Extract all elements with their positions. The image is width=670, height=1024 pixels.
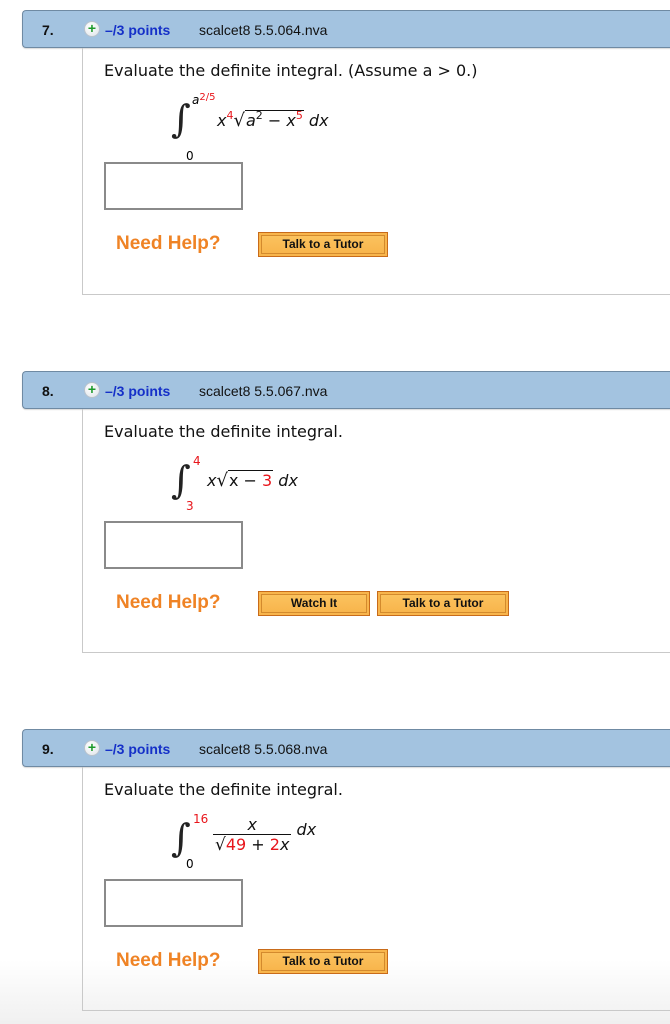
fraction: x √49 + 2x: [213, 815, 292, 855]
question-prompt: Evaluate the definite integral.: [104, 780, 343, 799]
denominator: √49 + 2x: [213, 834, 292, 855]
answer-input[interactable]: [104, 521, 243, 569]
lower-limit: 0: [186, 149, 194, 163]
integrand: x√x − 3 dx: [207, 470, 298, 491]
points-label: –/3 points: [105, 22, 171, 38]
question-code: scalcet8 5.5.068.nva: [199, 741, 328, 757]
need-help-label: Need Help?: [116, 592, 221, 613]
question-8: 8. + –/3 points scalcet8 5.5.067.nva Eva…: [0, 371, 670, 661]
dx: dx: [278, 471, 298, 490]
points-label: –/3 points: [105, 383, 171, 399]
question-number: 7.: [42, 22, 54, 38]
integrand: x √49 + 2x dx: [213, 815, 316, 855]
talk-to-tutor-button[interactable]: Talk to a Tutor: [258, 232, 388, 257]
plus-circle-icon[interactable]: +: [84, 382, 100, 398]
integral-sign: ∫: [171, 97, 191, 141]
lower-limit: 3: [186, 499, 194, 513]
answer-input[interactable]: [104, 162, 243, 210]
watch-it-button[interactable]: Watch It: [258, 591, 370, 616]
question-code: scalcet8 5.5.067.nva: [199, 383, 328, 399]
integral-sign: ∫: [171, 458, 191, 502]
question-body: Evaluate the definite integral. (Assume …: [82, 48, 670, 295]
question-prompt: Evaluate the definite integral.: [104, 422, 343, 441]
upper-limit: 4: [193, 454, 201, 468]
talk-to-tutor-button[interactable]: Talk to a Tutor: [258, 949, 388, 974]
question-header: 9. + –/3 points scalcet8 5.5.068.nva: [22, 729, 670, 767]
integrand: x4√a2 − x5 dx: [217, 109, 329, 131]
numerator: x: [247, 815, 257, 834]
talk-to-tutor-button[interactable]: Talk to a Tutor: [377, 591, 509, 616]
question-body: Evaluate the definite integral. ∫ 4 3 x√…: [82, 409, 670, 653]
question-header: 7. + –/3 points scalcet8 5.5.064.nva: [22, 10, 670, 48]
upper-limit: 16: [193, 812, 209, 826]
lower-limit: 0: [186, 857, 194, 871]
need-help-label: Need Help?: [116, 950, 221, 971]
question-9: 9. + –/3 points scalcet8 5.5.068.nva Eva…: [0, 729, 670, 1019]
points-label: –/3 points: [105, 741, 171, 757]
question-number: 8.: [42, 383, 54, 399]
upper-limit: a2/5: [192, 92, 216, 107]
dx: dx: [308, 111, 329, 130]
question-header: 8. + –/3 points scalcet8 5.5.067.nva: [22, 371, 670, 409]
question-prompt: Evaluate the definite integral. (Assume …: [104, 61, 478, 80]
question-code: scalcet8 5.5.064.nva: [199, 22, 328, 38]
question-7: 7. + –/3 points scalcet8 5.5.064.nva Eva…: [0, 10, 670, 300]
need-help-label: Need Help?: [116, 233, 221, 254]
integral-sign: ∫: [171, 816, 191, 860]
plus-circle-icon[interactable]: +: [84, 21, 100, 37]
question-number: 9.: [42, 741, 54, 757]
answer-input[interactable]: [104, 879, 243, 927]
plus-circle-icon[interactable]: +: [84, 740, 100, 756]
dx: dx: [296, 819, 317, 839]
question-body: Evaluate the definite integral. ∫ 16 0 x…: [82, 767, 670, 1011]
